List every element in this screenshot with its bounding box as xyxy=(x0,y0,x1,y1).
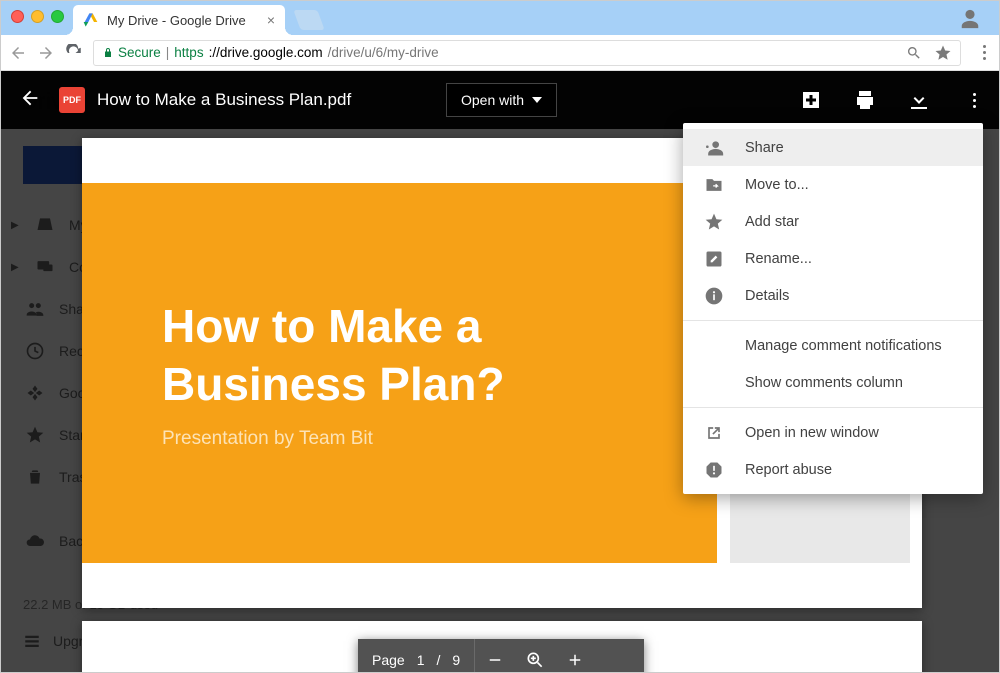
menu-item-label: Add star xyxy=(745,214,799,230)
profile-avatar[interactable] xyxy=(959,8,981,30)
viewer-actions xyxy=(799,88,981,112)
secure-label: Secure xyxy=(118,45,161,60)
page-indicator: Page 1 / 9 xyxy=(358,639,474,672)
bookmark-star-icon[interactable] xyxy=(934,44,952,62)
menu-item-label: Manage comment notifications xyxy=(745,338,942,354)
menu-item-label: Rename... xyxy=(745,251,812,267)
close-window-btn[interactable] xyxy=(11,10,24,23)
omnibox-actions xyxy=(906,44,952,62)
rename-icon xyxy=(703,249,725,269)
menu-item-share[interactable]: Share xyxy=(683,129,983,166)
person-add-icon xyxy=(703,138,725,158)
slide-title-l2: Business Plan? xyxy=(162,356,505,414)
browser-window: My Drive - Google Drive × Secure | https… xyxy=(0,0,1000,673)
menu-item-label: Move to... xyxy=(745,177,809,193)
menu-item-show-comments[interactable]: Show comments column xyxy=(683,364,983,401)
page-label: Page xyxy=(372,652,405,668)
menu-item-details[interactable]: Details xyxy=(683,277,983,314)
traffic-lights xyxy=(11,10,64,23)
more-actions-button[interactable] xyxy=(967,93,981,108)
menu-item-label: Report abuse xyxy=(745,462,832,478)
viewer-back-button[interactable] xyxy=(19,87,41,114)
nav-reload-button[interactable] xyxy=(65,44,83,62)
url-https: https xyxy=(174,45,203,60)
report-icon xyxy=(703,460,725,480)
chrome-titlebar: My Drive - Google Drive × xyxy=(1,1,999,35)
browser-tab[interactable]: My Drive - Google Drive × xyxy=(73,5,285,35)
address-bar: Secure | https://drive.google.com/drive/… xyxy=(1,35,999,71)
page-total: 9 xyxy=(452,652,460,668)
menu-item-rename[interactable]: Rename... xyxy=(683,240,983,277)
folder-move-icon xyxy=(703,175,725,195)
new-tab-button[interactable] xyxy=(293,10,324,30)
url-host: ://drive.google.com xyxy=(209,45,323,60)
minimize-window-btn[interactable] xyxy=(31,10,44,23)
menu-item-manage-notifications[interactable]: Manage comment notifications xyxy=(683,327,983,364)
zoom-out-button[interactable] xyxy=(475,639,515,672)
chrome-menu-button[interactable] xyxy=(977,45,991,60)
slide-title: How to Make a Business Plan? xyxy=(162,298,505,413)
tab-title: My Drive - Google Drive xyxy=(107,13,246,28)
url-path: /drive/u/6/my-drive xyxy=(328,45,439,60)
slide-title-l1: How to Make a xyxy=(162,298,505,356)
menu-separator xyxy=(683,407,983,408)
menu-separator xyxy=(683,320,983,321)
document-title: How to Make a Business Plan.pdf xyxy=(97,90,351,110)
menu-item-label: Share xyxy=(745,140,784,156)
menu-item-add-star[interactable]: Add star xyxy=(683,203,983,240)
add-to-drive-icon[interactable] xyxy=(799,88,823,112)
zoom-reset-button[interactable] xyxy=(515,639,555,672)
nav-forward-button[interactable] xyxy=(37,44,55,62)
download-icon[interactable] xyxy=(907,88,931,112)
open-with-button[interactable]: Open with xyxy=(446,83,557,117)
open-with-label: Open with xyxy=(461,92,524,108)
menu-item-open-new-window[interactable]: Open in new window xyxy=(683,414,983,451)
slide-subtitle: Presentation by Team Bit xyxy=(162,428,373,450)
chevron-down-icon xyxy=(532,97,542,103)
omnibox[interactable]: Secure | https://drive.google.com/drive/… xyxy=(93,40,961,66)
zoom-in-button[interactable] xyxy=(555,639,595,672)
page-sep: / xyxy=(437,652,441,668)
maximize-window-btn[interactable] xyxy=(51,10,64,23)
print-icon[interactable] xyxy=(853,88,877,112)
page-current: 1 xyxy=(417,652,425,668)
drive-favicon-icon xyxy=(83,12,99,28)
info-icon xyxy=(703,286,725,306)
menu-item-label: Details xyxy=(745,288,789,304)
nav-back-button[interactable] xyxy=(9,44,27,62)
tab-close-icon[interactable]: × xyxy=(267,12,275,28)
viewer-topbar: PDF How to Make a Business Plan.pdf Open… xyxy=(1,71,999,129)
secure-indicator: Secure xyxy=(102,45,161,60)
menu-item-move-to[interactable]: Move to... xyxy=(683,166,983,203)
menu-item-label: Show comments column xyxy=(745,375,903,391)
zoom-icon[interactable] xyxy=(906,45,922,61)
star-icon xyxy=(703,212,725,232)
more-actions-menu: Share Move to... Add star Rename... Deta… xyxy=(683,123,983,494)
menu-item-label: Open in new window xyxy=(745,425,879,441)
pdf-badge-icon: PDF xyxy=(59,87,85,113)
lock-icon xyxy=(102,47,114,59)
menu-item-report-abuse[interactable]: Report abuse xyxy=(683,451,983,488)
open-new-icon xyxy=(703,423,725,443)
page-controls: Page 1 / 9 xyxy=(358,639,644,672)
